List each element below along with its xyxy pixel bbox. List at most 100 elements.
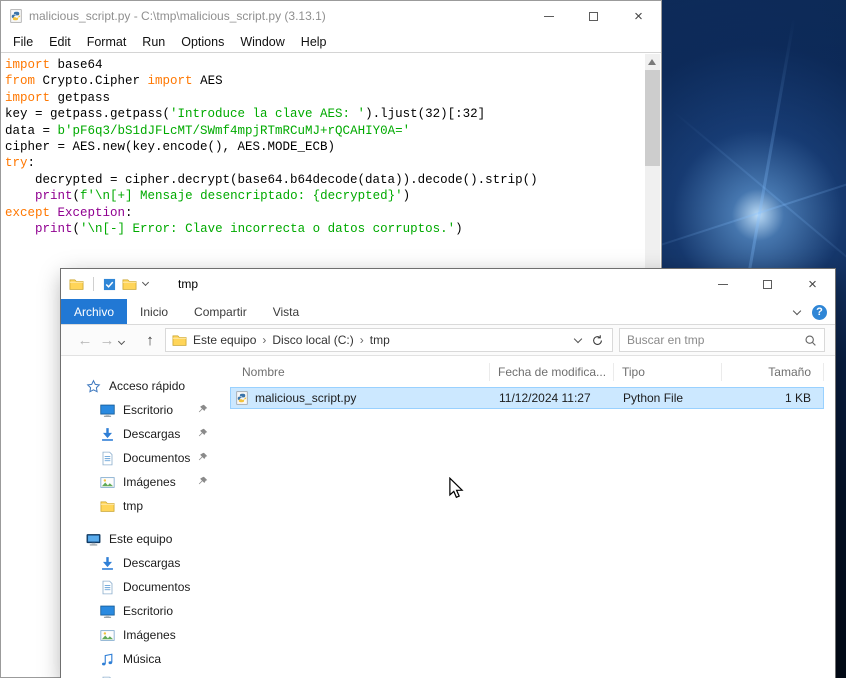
help-button[interactable]: ?	[812, 304, 827, 320]
menu-file[interactable]: File	[5, 35, 41, 49]
column-header-fecha-de-modifica-[interactable]: Fecha de modifica...	[490, 363, 614, 381]
code-line: cipher = AES.new(key.encode(), AES.MODE_…	[5, 140, 336, 155]
menu-format[interactable]: Format	[79, 35, 135, 49]
ribbon-right-controls: ?	[792, 299, 827, 325]
quick-access-toolbar	[69, 277, 150, 292]
sidebar-item-label: Documentos	[123, 451, 191, 465]
tab-archivo[interactable]: Archivo	[61, 299, 128, 324]
code-line: key = getpass.getpass('Introduce la clav…	[5, 107, 486, 122]
sidebar-item-label: Imágenes	[123, 628, 176, 642]
code-line: try:	[5, 156, 36, 171]
new-folder-icon[interactable]	[122, 277, 137, 292]
menu-help[interactable]: Help	[293, 35, 335, 49]
column-header-row: Nombre Fecha de modifica... Tipo Tamaño	[220, 360, 824, 384]
code-line: except Exception:	[5, 205, 133, 220]
search-input[interactable]	[627, 333, 804, 347]
address-dropdown-chevron-icon[interactable]	[573, 334, 583, 343]
search-icon[interactable]	[804, 334, 817, 347]
file-size: 1 KB	[784, 391, 811, 405]
toolbar-separator	[93, 277, 94, 291]
maximize-icon	[763, 279, 772, 289]
computer-icon	[86, 532, 101, 547]
close-icon: ×	[634, 7, 643, 25]
explorer-window-title: tmp	[178, 277, 199, 291]
explorer-close-button[interactable]: ×	[790, 269, 835, 299]
code-line: decrypted = cipher.decrypt(base64.b64dec…	[5, 172, 538, 187]
breadcrumb-item-tmp[interactable]: tmp	[364, 333, 396, 347]
idle-window-controls: ×	[526, 1, 661, 31]
idle-titlebar[interactable]: malicious_script.py - C:\tmp\malicious_s…	[1, 1, 661, 31]
sidebar-item-este-equipo[interactable]: Este equipo	[62, 527, 220, 551]
pin-icon	[197, 452, 208, 466]
sidebar-item-imagenes[interactable]: Imágenes	[62, 623, 220, 647]
file-list-pane[interactable]: Nombre Fecha de modifica... Tipo Tamaño mal…	[220, 356, 834, 678]
menu-window[interactable]: Window	[232, 35, 292, 49]
up-button[interactable]: ↑	[139, 333, 161, 348]
sidebar-item-musica[interactable]: Música	[62, 647, 220, 671]
idle-minimize-button[interactable]	[526, 1, 571, 31]
sidebar-item-descargas[interactable]: Descargas	[62, 422, 220, 446]
explorer-maximize-button[interactable]	[745, 269, 790, 299]
search-box[interactable]	[619, 328, 825, 352]
code-line: data = b'pF6q3/bS1dJFLcMT/SWmf4mpjRTmRCu…	[5, 123, 411, 138]
breadcrumb-item-disco-local-c-[interactable]: Disco local (C:)	[266, 333, 359, 347]
breadcrumb-item-este-equipo[interactable]: Este equipo	[187, 333, 262, 347]
sidebar-item-label: Música	[123, 652, 162, 666]
tab-vista[interactable]: Vista	[260, 299, 312, 324]
sidebar-item-label: Documentos	[123, 580, 191, 594]
sidebar-item-label: Escritorio	[123, 604, 174, 618]
chevron-down-icon	[117, 337, 126, 346]
address-bar[interactable]: Este equipo › Disco local (C:) › tmp	[165, 328, 613, 352]
idle-window-title: malicious_script.py - C:\tmp\malicious_s…	[29, 9, 326, 23]
close-icon: ×	[808, 275, 817, 293]
file-row[interactable]: malicious_script.py 11/12/2024 11:27 Pytho…	[230, 387, 824, 409]
desktop: malicious_script.py - C:\tmp\malicious_s…	[0, 0, 846, 678]
explorer-titlebar[interactable]: tmp ×	[61, 269, 835, 299]
desktop-icon	[100, 604, 115, 619]
location-folder-icon	[172, 333, 187, 348]
properties-icon[interactable]	[103, 278, 116, 291]
idle-close-button[interactable]: ×	[616, 1, 661, 31]
explorer-body: Acceso rápido Escritorio Descargas Document…	[62, 356, 834, 678]
refresh-icon[interactable]	[591, 334, 604, 347]
column-header-tipo[interactable]: Tipo	[614, 363, 722, 381]
sidebar-item-escritorio[interactable]: Escritorio	[62, 398, 220, 422]
downloads-icon	[100, 556, 115, 571]
sidebar-item-label: Descargas	[123, 556, 181, 570]
sidebar-item-tmp[interactable]: tmp	[62, 494, 220, 518]
tab-compartir[interactable]: Compartir	[181, 299, 260, 324]
ribbon-tabs: Archivo Inicio Compartir Vista	[61, 299, 312, 324]
explorer-window-icon	[69, 277, 84, 292]
scrollbar-thumb[interactable]	[645, 70, 660, 166]
idle-maximize-button[interactable]	[571, 1, 616, 31]
pin-icon	[197, 476, 208, 490]
customize-toolbar-chevron-icon[interactable]	[141, 278, 150, 287]
sidebar-item-acceso-rapido[interactable]: Acceso rápido	[62, 374, 220, 398]
sidebar-item-escritorio[interactable]: Escritorio	[62, 599, 220, 623]
address-bar-controls	[573, 334, 606, 347]
recent-locations-button[interactable]	[117, 331, 131, 349]
code-line: import getpass	[5, 90, 111, 105]
file-modified: 11/12/2024 11:27	[499, 391, 591, 405]
menu-edit[interactable]: Edit	[41, 35, 79, 49]
sidebar-item-documentos[interactable]: Documentos	[62, 575, 220, 599]
menu-run[interactable]: Run	[134, 35, 173, 49]
sidebar-item-descargas[interactable]: Descargas	[62, 551, 220, 575]
pin-icon	[197, 404, 208, 418]
downloads-icon	[100, 427, 115, 442]
forward-button[interactable]: →	[97, 333, 117, 348]
menu-options[interactable]: Options	[173, 35, 232, 49]
tab-inicio[interactable]: Inicio	[127, 299, 181, 324]
column-header-tamano[interactable]: Tamaño	[722, 363, 824, 381]
explorer-minimize-button[interactable]	[700, 269, 745, 299]
sidebar-item-item[interactable]	[62, 671, 220, 678]
address-bar-row: ← → ↑ Este equipo › Disco local (C:) › tmp	[61, 325, 835, 356]
scroll-up-icon[interactable]	[648, 59, 656, 65]
code-line: print('\n[-] Error: Clave incorrecta o d…	[35, 222, 463, 237]
sidebar-item-documentos[interactable]: Documentos	[62, 446, 220, 470]
back-button[interactable]: ←	[75, 333, 95, 348]
expand-ribbon-chevron-icon[interactable]	[792, 306, 802, 315]
sidebar-item-label: Descargas	[123, 427, 181, 441]
sidebar-item-imagenes[interactable]: Imágenes	[62, 470, 220, 494]
column-header-nombre[interactable]: Nombre	[220, 363, 490, 381]
